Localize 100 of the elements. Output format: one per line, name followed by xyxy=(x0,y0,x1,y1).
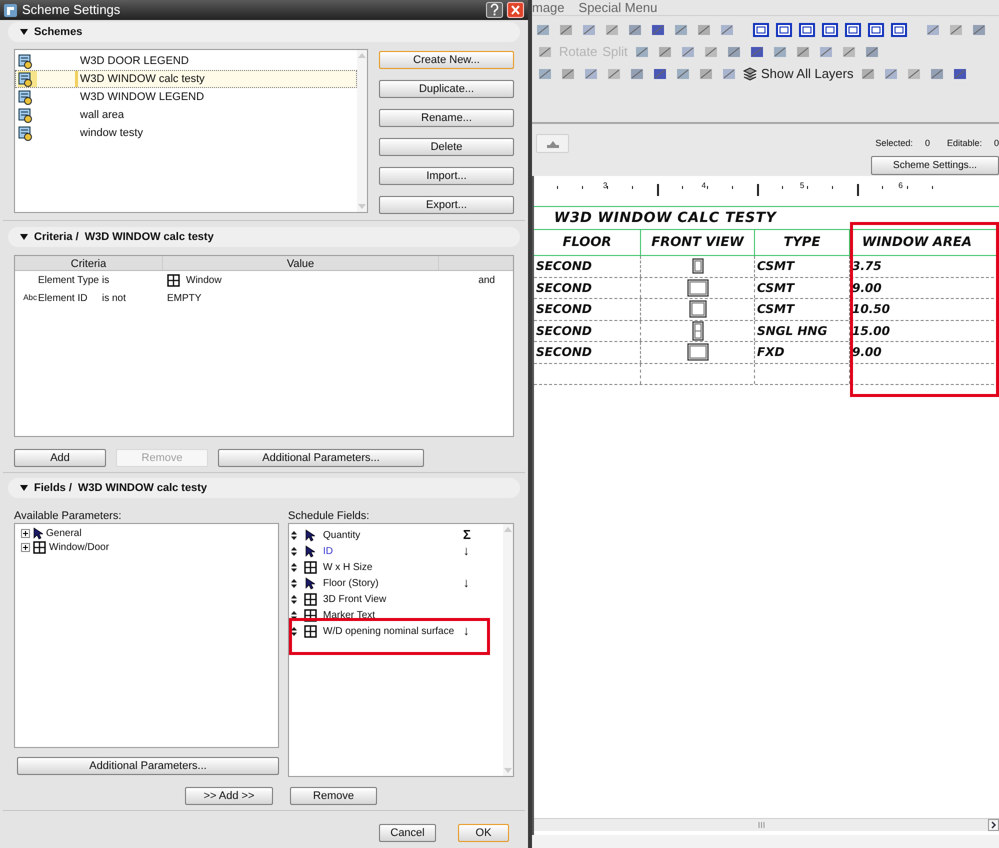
reorder-icon[interactable] xyxy=(291,610,297,620)
schedule-header-cell: WINDOW AREA xyxy=(850,230,997,255)
reorder-icon[interactable] xyxy=(291,578,297,588)
conjunction-cell[interactable]: and xyxy=(478,272,495,288)
toolbar-icon[interactable] xyxy=(821,22,839,38)
help-icon[interactable] xyxy=(486,2,503,18)
section-header[interactable]: Criteria / W3D WINDOW calc testy xyxy=(8,227,520,247)
column-header[interactable]: Criteria xyxy=(15,256,163,270)
toolbar-icon[interactable] xyxy=(867,22,885,38)
dialog-button[interactable]: >> Add >> xyxy=(185,787,273,805)
toolbar-icon[interactable] xyxy=(582,66,600,82)
reorder-icon[interactable] xyxy=(291,530,297,540)
dialog-button[interactable]: Delete xyxy=(379,138,514,156)
schedule-header-cell: FRONT VIEW xyxy=(641,230,755,255)
dialog-button[interactable]: OK xyxy=(458,824,509,842)
horizontal-scrollbar[interactable] xyxy=(534,818,999,831)
dialog-button[interactable]: Rename... xyxy=(379,109,514,127)
scheme-settings-button[interactable]: Scheme Settings... xyxy=(871,156,999,175)
scheme-item[interactable]: window testy xyxy=(15,124,357,142)
toolbar-icon[interactable] xyxy=(924,22,942,38)
operator-cell[interactable]: is xyxy=(102,272,167,288)
menu-item[interactable]: Special Menu xyxy=(578,0,658,18)
reorder-icon[interactable] xyxy=(291,562,297,572)
schedule-field[interactable]: Quantity Σ xyxy=(291,527,503,543)
dialog-button[interactable]: Export... xyxy=(379,196,514,214)
toolbar-icon[interactable] xyxy=(970,22,988,38)
reorder-icon[interactable] xyxy=(291,546,297,556)
scheme-item[interactable]: wall area xyxy=(15,106,357,124)
dialog-button[interactable]: Add xyxy=(14,449,106,467)
toolbar-icon[interactable] xyxy=(947,22,965,38)
tree-item[interactable]: Window/Door xyxy=(21,540,278,554)
toolbar-icon[interactable] xyxy=(628,66,646,82)
schedule-cell-text: SECOND xyxy=(536,301,592,318)
view-tab[interactable] xyxy=(536,134,569,153)
toolbar-icon[interactable] xyxy=(890,22,908,38)
schedule-field[interactable]: Floor (Story) ↓ xyxy=(291,575,503,591)
tree-item[interactable]: General xyxy=(21,526,278,540)
schedule-field[interactable]: W x H Size xyxy=(291,559,503,575)
schedule-field[interactable]: Marker Text xyxy=(291,607,503,623)
scheme-icon xyxy=(18,126,33,140)
scroll-right-icon[interactable] xyxy=(988,819,999,831)
toolbar-icon[interactable] xyxy=(844,22,862,38)
toolbar-icon[interactable] xyxy=(605,66,623,82)
toolbar-icon[interactable] xyxy=(718,22,736,38)
scheme-item[interactable]: W3D WINDOW LEGEND xyxy=(15,88,357,106)
window-icon xyxy=(33,540,46,554)
toolbar-icon[interactable] xyxy=(557,22,575,38)
dialog-button[interactable]: Duplicate... xyxy=(379,80,514,98)
toolbar-icon[interactable] xyxy=(672,22,690,38)
toolbar-icon[interactable] xyxy=(580,22,598,38)
scheme-item[interactable]: W3D WINDOW calc testy xyxy=(15,70,357,88)
schedule-cell-text: SECOND xyxy=(536,280,592,297)
criteria-cell[interactable]: Element ID xyxy=(37,290,102,306)
dialog-button[interactable]: Create New... xyxy=(379,51,514,69)
dialog-button[interactable]: Import... xyxy=(379,167,514,185)
sort-marker[interactable]: ↓ xyxy=(463,573,470,593)
expand-icon[interactable] xyxy=(21,542,30,552)
toolbar-icon[interactable] xyxy=(752,22,770,38)
value-cell[interactable]: EMPTY xyxy=(167,290,202,306)
column-header[interactable]: Value xyxy=(163,256,439,270)
toolbar-icon[interactable] xyxy=(626,22,644,38)
window-icon xyxy=(167,274,180,286)
schedule-title: W3D WINDOW CALC TESTY xyxy=(554,208,776,228)
reorder-icon[interactable] xyxy=(291,626,297,636)
toolbar-icon[interactable] xyxy=(798,22,816,38)
operator-cell[interactable]: is not xyxy=(102,290,167,306)
menu-item[interactable]: mage xyxy=(532,0,565,18)
toolbar-icon[interactable] xyxy=(775,22,793,38)
dialog-button[interactable]: Remove xyxy=(290,787,377,805)
criteria-cell[interactable]: Element Type xyxy=(37,272,102,288)
toolbar-icon[interactable] xyxy=(720,66,738,82)
expand-icon[interactable] xyxy=(21,528,30,538)
value-cell[interactable]: Window xyxy=(186,272,222,288)
editable-label: Editable: xyxy=(946,136,982,150)
scheme-item[interactable]: W3D DOOR LEGEND xyxy=(15,52,357,70)
section-header[interactable]: Schemes xyxy=(8,22,520,42)
toolbar-icon[interactable] xyxy=(649,22,667,38)
schedule-field[interactable]: ID ↓ xyxy=(291,543,503,559)
window-elevation-icon xyxy=(692,258,704,274)
reorder-icon[interactable] xyxy=(291,594,297,604)
toolbar-icon[interactable] xyxy=(603,22,621,38)
toolbar-icon[interactable] xyxy=(536,44,554,60)
toolbar-icon[interactable] xyxy=(695,22,713,38)
close-icon[interactable] xyxy=(507,2,524,18)
section-header[interactable]: Fields / W3D WINDOW calc testy xyxy=(8,478,520,498)
dialog-button[interactable]: Cancel xyxy=(379,824,436,842)
toolbar-icon[interactable] xyxy=(697,66,715,82)
toolbar-icon[interactable] xyxy=(651,66,669,82)
schedule-field[interactable]: W/D opening nominal surface ↓ xyxy=(291,623,503,639)
dialog-button[interactable]: Additional Parameters... xyxy=(218,449,424,467)
toolbar-icon[interactable] xyxy=(534,22,552,38)
scheme-icon xyxy=(18,54,33,68)
sort-marker[interactable]: ↓ xyxy=(463,621,470,641)
dialog-button[interactable]: Additional Parameters... xyxy=(17,757,279,775)
schedule-cell-text: 9.00 xyxy=(852,344,882,362)
toolbar-icon[interactable] xyxy=(559,66,577,82)
schedule-field[interactable]: 3D Front View xyxy=(291,591,503,607)
toolbar-icon[interactable] xyxy=(536,66,554,82)
toolbar-icon[interactable] xyxy=(674,66,692,82)
show-layers-button[interactable]: Show All Layers xyxy=(743,64,854,84)
